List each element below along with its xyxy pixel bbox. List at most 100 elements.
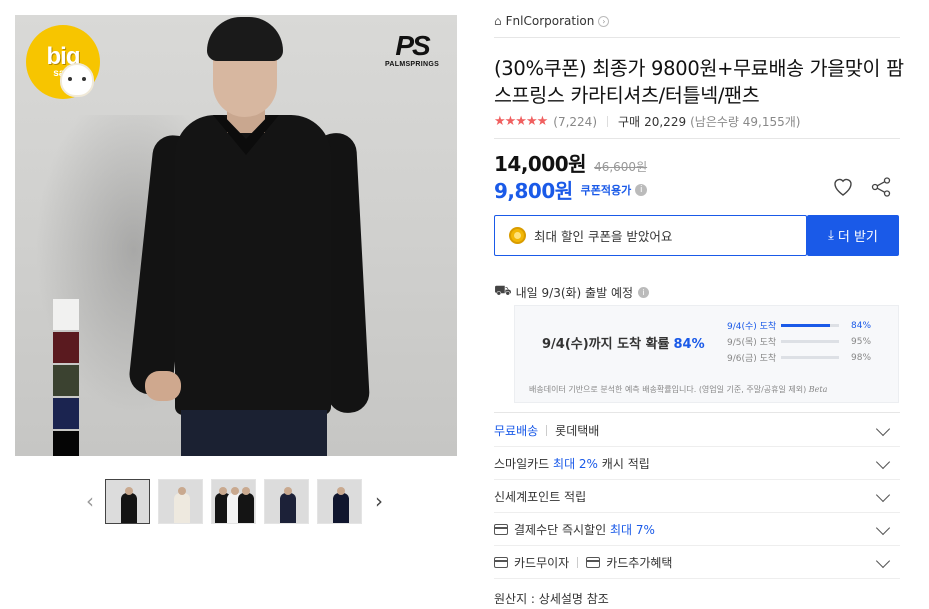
info-icon[interactable]: i (635, 183, 648, 196)
more-coupon-button[interactable]: ⤓ 더 받기 (807, 215, 899, 256)
heart-icon[interactable] (831, 174, 855, 198)
thumbnail-figure-head (231, 486, 239, 495)
thumbnail[interactable] (158, 478, 203, 524)
interest-free-label[interactable]: 카드무이자 (514, 554, 569, 571)
color-swatch[interactable] (53, 332, 79, 363)
card-plus-icon (586, 556, 601, 568)
coin-icon (509, 227, 526, 244)
thumbnail-figure-head (337, 486, 345, 495)
brand-logo-word: PALMSPRINGS (384, 61, 440, 68)
coupon-price-row: 9,800원 쿠폰적용가 i (494, 175, 648, 204)
coupon-text: 최대 할인 쿠폰을 받았어요 (534, 229, 673, 244)
payment-discount-row[interactable]: 결제수단 즉시할인 최대 7% (494, 513, 900, 546)
smile-card-label: 스마일카드 (494, 456, 550, 471)
prediction-bar (781, 340, 839, 343)
purchase-label: 구매 (618, 115, 641, 129)
brand-logo-mark: PS (395, 30, 430, 61)
purchase-count-wrap: 20,229 (640, 115, 686, 129)
divider (494, 412, 900, 413)
arrival-text: 9/4(수)까지 도착 확률 (542, 337, 670, 352)
original-price: 46,600원 (594, 160, 648, 174)
prediction-note: 배송데이터 기반으로 분석한 예측 배송확률입니다. (영업일 기준, 주말/공… (529, 384, 827, 395)
prediction-bar (781, 356, 839, 359)
thumbnail[interactable] (211, 478, 256, 524)
chevron-down-icon[interactable] (875, 454, 891, 470)
star-rating-icon[interactable]: ★★★★★ (494, 114, 548, 129)
separator (607, 116, 608, 127)
prediction-row: 9/4(수) 도착 84% (727, 319, 871, 333)
more-coupon-label: 더 받기 (837, 230, 878, 245)
bunny-mascot-icon (60, 63, 94, 97)
thumbnail-figure-head (242, 486, 250, 495)
receipt-icon (494, 523, 508, 535)
color-swatch[interactable] (53, 365, 79, 396)
thumbnail[interactable] (264, 478, 309, 524)
smile-card-suffix: 캐시 적립 (601, 456, 650, 471)
thumbnail-figure-head (284, 486, 292, 495)
prediction-date: 9/4(수) 도착 (727, 322, 777, 332)
beta-label: Beta (808, 385, 828, 394)
chevron-down-icon[interactable] (875, 421, 891, 437)
product-title: (30%쿠폰) 최종가 9800원+무료배송 가을맞이 팜스프링스 카라티셔츠/… (494, 57, 904, 107)
prediction-date: 9/6(금) 도착 (727, 354, 777, 364)
color-swatch[interactable] (53, 431, 79, 456)
download-icon: ⤓ (828, 228, 834, 243)
prediction-pct: 98% (851, 352, 872, 363)
separator (577, 556, 579, 568)
remaining-stock: (남은수량 49,155개) (690, 115, 801, 129)
info-icon[interactable]: i (638, 286, 650, 298)
shinsegae-point-row[interactable]: 신세계포인트 적립 (494, 480, 900, 513)
payment-discount-label: 결제수단 즉시할인 (514, 522, 607, 537)
thumbnail[interactable] (317, 478, 362, 524)
color-swatch[interactable] (53, 299, 79, 330)
review-count[interactable]: (7,224) (553, 115, 597, 129)
prediction-date: 9/5(목) 도착 (727, 338, 777, 348)
card-icon (494, 556, 508, 568)
thumbnail-figure-head (219, 486, 227, 495)
thumbnail-figure (333, 492, 349, 523)
free-shipping-label: 무료배송 (494, 423, 539, 438)
thumbnail-next-arrow-icon[interactable]: › (372, 478, 386, 524)
thumbnail-figure (174, 492, 190, 523)
thumbnail-prev-arrow-icon[interactable]: ‹ (83, 478, 97, 524)
store-name: FnlCorporation (505, 14, 595, 28)
separator (546, 424, 548, 436)
model-pants (181, 410, 327, 456)
main-product-image[interactable]: big sale PS PALMSPRINGS (15, 15, 457, 456)
smile-card-row[interactable]: 스마일카드 최대 2% 캐시 적립 (494, 447, 900, 480)
color-swatch[interactable] (53, 398, 79, 429)
color-swatch-list (53, 299, 79, 456)
card-benefit-label[interactable]: 카드추가혜택 (606, 554, 672, 571)
shinsegae-point-label: 신세계포인트 적립 (494, 489, 587, 504)
share-icon[interactable] (870, 176, 892, 198)
sale-price: 14,000원 (494, 152, 587, 176)
coupon-received-box[interactable]: 최대 할인 쿠폰을 받았어요 (494, 215, 807, 256)
thumbnail-figure-head (125, 486, 133, 495)
prediction-bar (781, 324, 839, 327)
thumbnail-figure (121, 492, 137, 523)
delivery-prediction-box: 9/4(수)까지 도착 확률 84% 9/4(수) 도착 84% 9/5(목) 도… (514, 305, 899, 403)
model-hair (207, 17, 283, 61)
card-benefit-row[interactable]: 카드무이자 카드추가혜택 (494, 546, 900, 579)
store-link[interactable]: ⌂ FnlCorporation › (494, 14, 610, 28)
shipping-option-row[interactable]: 무료배송 롯데택배 (494, 414, 900, 447)
divider (494, 37, 900, 38)
truck-icon: ⛟ (494, 283, 512, 299)
shipping-date: 내일 9/3(화) 출발 예정 (515, 285, 634, 300)
thumbnail[interactable] (105, 478, 150, 524)
home-icon: ⌂ (494, 14, 502, 28)
model-shirt (175, 115, 331, 415)
brand-logo: PS PALMSPRINGS (381, 30, 443, 69)
arrival-probability: 9/4(수)까지 도착 확률 84% (542, 333, 705, 352)
chevron-down-icon[interactable] (875, 520, 891, 536)
prediction-pct: 95% (851, 336, 872, 347)
prediction-row: 9/6(금) 도착 98% (727, 351, 872, 365)
thumbnail-figure (238, 492, 254, 523)
chevron-down-icon[interactable] (875, 487, 891, 503)
thumbnail-strip: ‹ › (83, 478, 386, 524)
prediction-bar-fill (781, 324, 830, 327)
chevron-down-icon[interactable] (875, 553, 891, 569)
purchase-count: 20,229 (644, 114, 687, 129)
smile-card-rate: 최대 2% (553, 456, 598, 471)
thumbnail-figure (280, 492, 296, 523)
